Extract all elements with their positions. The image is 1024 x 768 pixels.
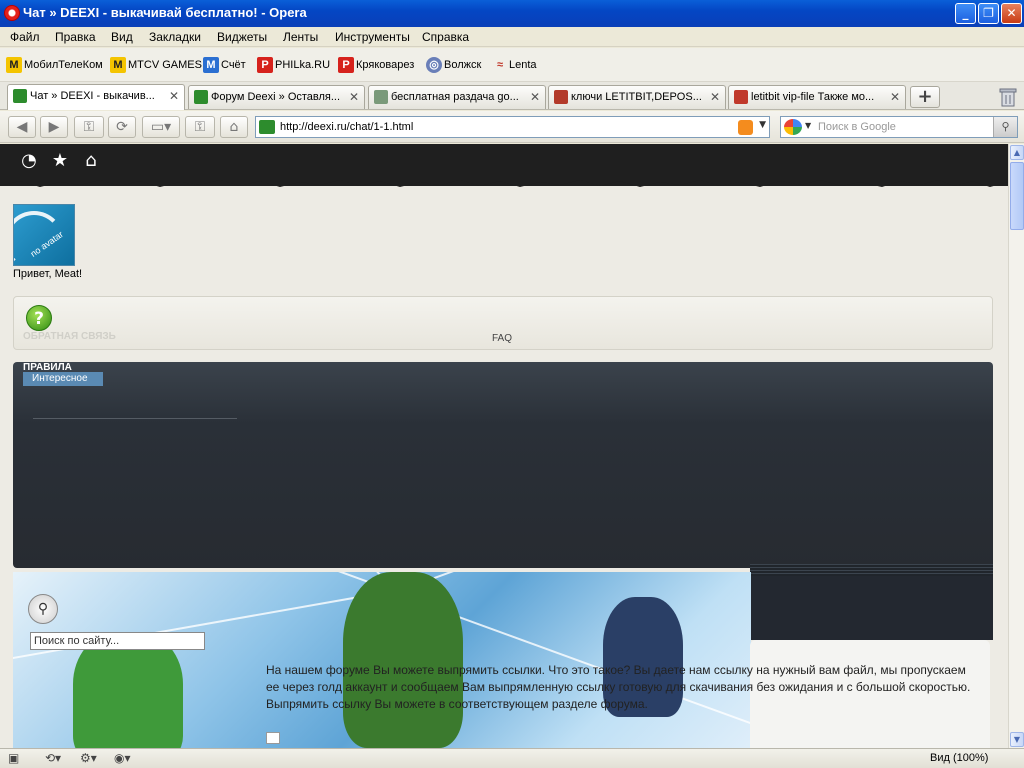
address-url[interactable]: http://deexi.ru/chat/1-1.html: [280, 121, 413, 133]
deexi-favicon-icon: [194, 90, 208, 104]
scroll-down-icon[interactable]: ▼: [1010, 732, 1024, 747]
tab-letitbit-keys[interactable]: ключи LETITBIT,DEPOS... ✕: [548, 85, 726, 109]
home-icon[interactable]: ⌂: [80, 150, 102, 172]
close-button[interactable]: ✕: [1001, 3, 1022, 24]
reload-button[interactable]: ⟳: [108, 116, 136, 138]
menu-view[interactable]: Вид: [111, 30, 133, 44]
page-viewport: ◔ ★ ⌂ no avatar Привет, Meat! ? ОБРАТНАЯ…: [0, 144, 1008, 748]
page-favicon-icon: [374, 90, 388, 104]
red-page-icon: P: [257, 57, 273, 73]
tab-forum-deexi[interactable]: Форум Deexi » Оставля... ✕: [188, 85, 365, 109]
bookmark-kryakovarez[interactable]: P Кряковарез: [338, 57, 414, 75]
menu-bookmarks[interactable]: Закладки: [149, 30, 201, 44]
greeting-text: Привет, Meat!: [13, 268, 83, 280]
tab-free-giveaway[interactable]: бесплатная раздача go... ✕: [368, 85, 546, 109]
forum-announcement-text: На нашем форуме Вы можете выпрямить ссыл…: [266, 663, 971, 711]
chevron-down-icon[interactable]: ▼: [759, 120, 766, 130]
bookmark-volzhsk[interactable]: ◎ Волжск: [426, 57, 481, 75]
navigation-bar: ◀ ▶ ⚿ ⟳ ▭▾ ⚿ ⌂ http://deexi.ru/chat/1-1.…: [0, 111, 1024, 143]
stripe-decoration: [750, 564, 993, 576]
deexi-favicon-icon: [13, 89, 27, 103]
dark-background: [750, 576, 993, 640]
dancers-banner: ⚲ Поиск по сайту...: [13, 572, 751, 748]
zoom-level[interactable]: Вид (100%): [930, 752, 988, 764]
user-menu-panel: ? ОБРАТНАЯ СВЯЗЬ FAQ: [13, 296, 993, 350]
panel-toggle-icon[interactable]: ▣: [8, 751, 19, 765]
faq-link[interactable]: FAQ: [492, 333, 512, 344]
home-button[interactable]: ⌂: [220, 116, 248, 138]
torn-paper-edge: [0, 174, 1008, 187]
bookmarks-bar: M МобилТелеКом M MTCV GAMES M Счёт P PHILka.…: [0, 48, 1024, 82]
trash-icon[interactable]: [998, 86, 1018, 108]
forward-button[interactable]: ▶: [40, 116, 68, 138]
tab-letitbit-vip[interactable]: letitbit vip-file Также мо... ✕: [728, 85, 906, 109]
game-favicon-icon: [554, 90, 568, 104]
status-bar: ▣ ⟲▾ ⚙▾ ◉▾ Вид (100%): [0, 748, 1024, 768]
tabs-bar: Чат » DEEXI - выкачив... ✕ Форум Deexi »…: [0, 82, 1024, 110]
m-yellow-icon: M: [110, 57, 126, 73]
sync-icon[interactable]: ⟲▾: [45, 751, 61, 765]
interesting-tab[interactable]: Интересное: [23, 372, 103, 386]
lenta-icon: ≈: [496, 59, 504, 71]
bookmark-lenta[interactable]: ≈ Lenta: [493, 57, 537, 75]
title-bar: Чат » DEEXI - выкачивай бесплатно! - Ope…: [0, 0, 1024, 27]
menu-tools[interactable]: Инструменты: [335, 30, 410, 44]
globe-icon: ◎: [426, 57, 442, 73]
help-icon[interactable]: ?: [26, 305, 52, 331]
maximize-button[interactable]: ❐: [978, 3, 999, 24]
chevron-down-icon[interactable]: ▼: [805, 121, 811, 130]
bookmark-schet[interactable]: M Счёт: [203, 57, 246, 75]
m-blue-icon: M: [203, 57, 219, 73]
document-icon[interactable]: [266, 732, 280, 744]
search-icon[interactable]: ⚲: [993, 117, 1017, 137]
tab-close-icon[interactable]: ✕: [349, 90, 359, 104]
vertical-scrollbar[interactable]: ▲ ▼: [1008, 144, 1024, 748]
menu-feeds[interactable]: Ленты: [283, 30, 318, 44]
scroll-thumb[interactable]: [1010, 162, 1024, 230]
search-placeholder[interactable]: Поиск в Google: [818, 121, 896, 133]
star-favicon-icon: [734, 90, 748, 104]
tab-close-icon[interactable]: ✕: [169, 89, 179, 103]
m-yellow-icon: M: [6, 57, 22, 73]
key-button[interactable]: ⚿: [185, 116, 215, 138]
site-icon: [259, 120, 275, 134]
address-bar[interactable]: http://deexi.ru/chat/1-1.html ▼: [255, 116, 770, 138]
menu-widgets[interactable]: Виджеты: [217, 30, 267, 44]
avatar: no avatar: [13, 204, 75, 266]
bookmark-mtcv-games[interactable]: M MTCV GAMES: [110, 57, 202, 75]
dancer-figure: [343, 572, 463, 748]
tab-chat-deexi[interactable]: Чат » DEEXI - выкачив... ✕: [7, 84, 185, 110]
scroll-up-icon[interactable]: ▲: [1010, 145, 1024, 160]
feedback-link[interactable]: ОБРАТНАЯ СВЯЗЬ: [23, 331, 116, 342]
panels-button[interactable]: ▭▾: [142, 116, 180, 138]
window-title: Чат » DEEXI - выкачивай бесплатно! - Ope…: [23, 5, 307, 20]
new-tab-button[interactable]: +: [910, 86, 940, 108]
search-field[interactable]: ▼ Поиск в Google ⚲: [780, 116, 1018, 138]
tab-close-icon[interactable]: ✕: [710, 90, 720, 104]
red-page-icon: P: [338, 57, 354, 73]
menu-edit[interactable]: Правка: [55, 30, 96, 44]
search-icon[interactable]: ⚲: [28, 594, 58, 624]
menu-bar: Файл Правка Вид Закладки Виджеты Ленты И…: [0, 27, 1024, 47]
bookmark-mobiltelecom[interactable]: M МобилТелеКом: [6, 57, 103, 75]
unite-icon[interactable]: ⚙▾: [80, 751, 97, 765]
tab-close-icon[interactable]: ✕: [530, 90, 540, 104]
rules-panel: ПРАВИЛА Интересное: [13, 362, 993, 568]
rss-icon[interactable]: [738, 120, 753, 135]
turbo-icon[interactable]: ◉▾: [114, 751, 131, 765]
menu-help[interactable]: Справка: [422, 30, 469, 44]
tab-close-icon[interactable]: ✕: [890, 90, 900, 104]
wand-button[interactable]: ⚿: [74, 116, 104, 138]
minimize-button[interactable]: _: [955, 3, 976, 24]
google-icon[interactable]: [784, 119, 802, 135]
bookmark-philka[interactable]: P PHILka.RU: [257, 57, 330, 75]
rss-icon[interactable]: ◔: [18, 150, 40, 172]
back-button[interactable]: ◀: [8, 116, 36, 138]
star-icon[interactable]: ★: [49, 150, 71, 172]
opera-logo-icon: [4, 5, 20, 21]
menu-file[interactable]: Файл: [10, 30, 40, 44]
site-search-input[interactable]: Поиск по сайту...: [30, 632, 205, 650]
divider: [33, 418, 237, 419]
